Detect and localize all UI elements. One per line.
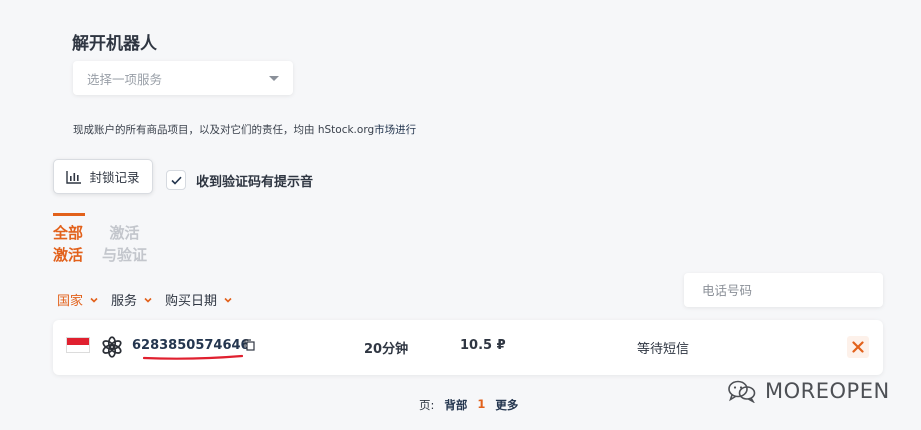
watermark-text: MOREOPEN: [765, 379, 890, 403]
filter-service[interactable]: 服务: [111, 290, 153, 309]
filter-purchase-date[interactable]: 购买日期: [165, 290, 233, 309]
phone-number-search-input[interactable]: [684, 273, 883, 307]
red-underline-annotation: [143, 354, 243, 360]
tab-label-line: 全部: [53, 224, 84, 242]
bar-chart-icon: [66, 170, 82, 184]
filter-label: 购买日期: [165, 294, 218, 309]
page-title: 解开机器人: [72, 34, 157, 54]
sound-alert-checkbox[interactable]: [166, 170, 186, 190]
pagination: 页: 背部 1 更多: [419, 397, 518, 413]
wechat-icon: [728, 380, 756, 403]
active-tab-indicator: [53, 213, 85, 216]
caret-down-icon: [269, 75, 279, 81]
openai-icon: [102, 336, 122, 358]
table-row: 6283850574646 20分钟 10.5 ₽ 等待短信: [53, 320, 883, 375]
chevron-down-icon: [90, 297, 98, 303]
responsibility-notice: 现成账户的所有商品项目，以及对它们的责任，均由 hStock.org市场进行: [73, 122, 416, 137]
service-select-placeholder: 选择一项服务: [87, 71, 163, 87]
tab-label-line: 与验证: [102, 246, 148, 264]
tab-label-line: 激活: [109, 224, 140, 242]
chevron-down-icon: [224, 297, 232, 303]
pagination-next[interactable]: 更多: [495, 397, 518, 413]
filter-bar: 国家 服务 购买日期: [57, 290, 233, 309]
close-icon: [852, 341, 864, 353]
sound-alert-label: 收到验证码有提示音: [196, 175, 314, 190]
cancel-activation-button[interactable]: [847, 336, 869, 358]
block-log-label: 封锁记录: [89, 170, 140, 185]
notice-market-link[interactable]: 市场进行: [374, 124, 416, 136]
checkmark-icon: [170, 176, 182, 185]
pagination-prev[interactable]: 背部: [444, 397, 467, 413]
notice-text: 现成账户的所有商品项目，以及对它们的责任，均由 hStock.org: [73, 124, 375, 136]
tab-activation-verification[interactable]: 激活 与验证: [102, 222, 147, 266]
filter-label: 服务: [111, 294, 138, 309]
rental-duration: 20分钟: [364, 342, 409, 357]
status-text: 等待短信: [637, 342, 690, 357]
copy-icon[interactable]: [244, 339, 255, 351]
block-log-button[interactable]: 封锁记录: [53, 159, 153, 194]
filter-country[interactable]: 国家: [57, 290, 99, 309]
filter-label: 国家: [57, 294, 84, 309]
tab-all-activations[interactable]: 全部 激活: [53, 222, 83, 266]
chevron-down-icon: [144, 297, 152, 303]
pagination-current-page[interactable]: 1: [477, 397, 485, 413]
pagination-label: 页:: [419, 398, 435, 412]
indonesia-flag-icon: [66, 337, 90, 353]
phone-number[interactable]: 6283850574646: [132, 338, 250, 353]
service-select[interactable]: 选择一项服务: [73, 61, 293, 95]
watermark: MOREOPEN: [727, 379, 890, 403]
tab-label-line: 激活: [53, 246, 84, 264]
price: 10.5 ₽: [460, 338, 506, 353]
